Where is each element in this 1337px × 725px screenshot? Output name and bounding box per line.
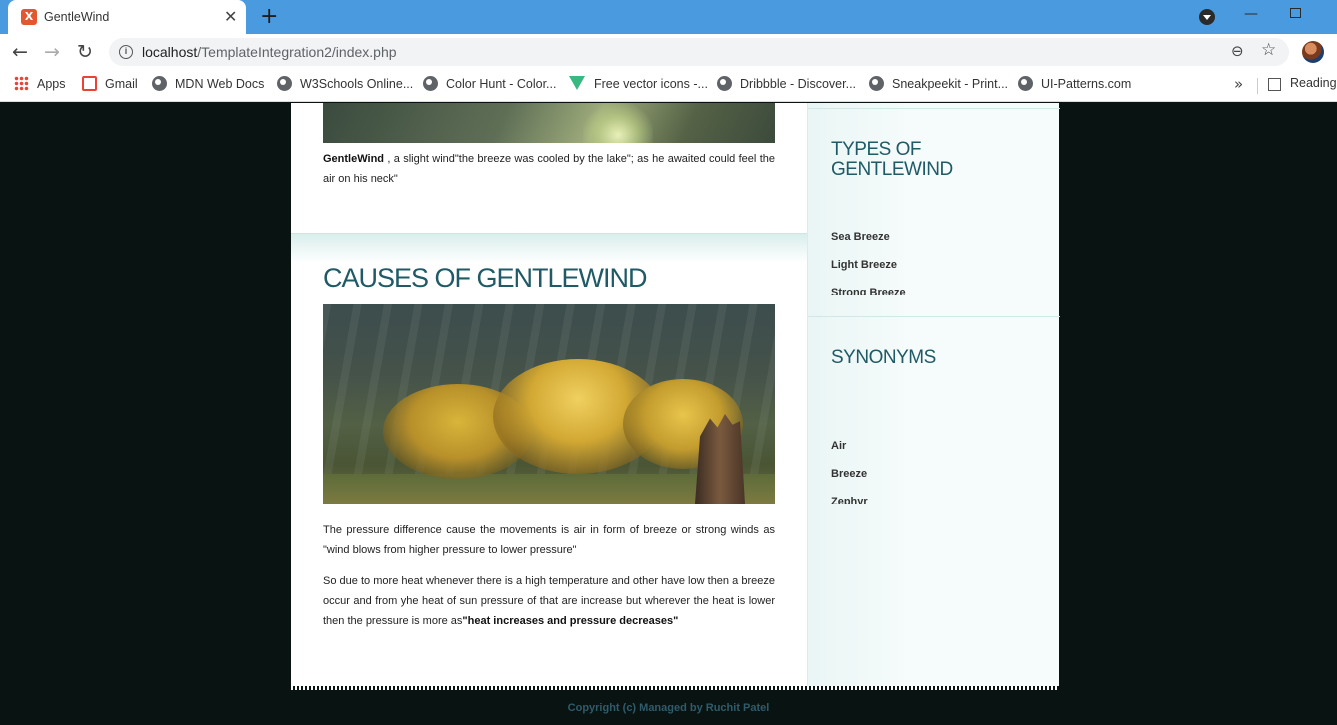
globe-icon (1018, 76, 1033, 91)
reading-list-button[interactable]: Reading (1290, 76, 1337, 90)
tab-title: GentleWind (44, 10, 110, 24)
types-list: Sea Breeze Light Breeze Strong Breeze (808, 223, 1060, 295)
synonyms-heading: SYNONYMS (831, 347, 936, 368)
types-link-sea-breeze[interactable]: Sea Breeze (831, 231, 890, 243)
address-bar[interactable]: i localhost/TemplateIntegration2/index.p… (109, 38, 1289, 66)
url-text[interactable]: localhost/TemplateIntegration2/index.php (142, 44, 397, 60)
bookmarks-bar: Apps Gmail MDN Web Docs W3Schools Online… (0, 70, 1337, 102)
main-content: GentleWind , a slight wind"the breeze wa… (291, 103, 807, 688)
bookmark-apps[interactable]: Apps (14, 76, 66, 91)
sidebar-divider (808, 108, 1060, 109)
synonym-link-air[interactable]: Air (831, 440, 846, 452)
globe-icon (277, 76, 292, 91)
causes-paragraph-1: The pressure difference cause the moveme… (323, 524, 775, 556)
zoom-icon[interactable]: ⊖ (1231, 42, 1244, 60)
reading-list-icon[interactable] (1268, 78, 1281, 91)
globe-icon (423, 76, 438, 91)
forest-image-top (323, 103, 775, 143)
types-link-strong-breeze[interactable]: Strong Breeze (831, 287, 906, 295)
globe-icon (717, 76, 732, 91)
apps-icon (14, 76, 29, 91)
page-viewport[interactable]: GentleWind , a slight wind"the breeze wa… (0, 103, 1337, 725)
bookmark-vector-icons[interactable]: Free vector icons -... (569, 76, 708, 91)
forward-arrow-icon[interactable]: → (44, 41, 60, 63)
reload-icon[interactable]: ↻ (77, 41, 93, 63)
close-tab-icon[interactable]: ✕ (224, 7, 237, 26)
browser-tab[interactable]: X GentleWind ✕ (8, 0, 246, 34)
site-info-icon[interactable]: i (119, 45, 133, 59)
bookmark-sneakpeekit[interactable]: Sneakpeekit - Print... (869, 76, 1008, 91)
footer-copyright: Copyright (c) Managed by Ruchit Patel (567, 702, 770, 714)
bookmark-divider (1257, 78, 1258, 94)
browser-titlebar: X GentleWind ✕ + — (0, 0, 1337, 34)
bookmark-colorhunt[interactable]: Color Hunt - Color... (423, 76, 556, 91)
page-container: GentleWind , a slight wind"the breeze wa… (291, 103, 1060, 690)
bookmark-mdn[interactable]: MDN Web Docs (152, 76, 264, 91)
more-bookmarks-icon[interactable]: » (1234, 75, 1243, 93)
restore-icon[interactable] (1290, 8, 1301, 18)
bookmark-star-icon[interactable]: ☆ (1261, 40, 1276, 60)
tab-search-icon[interactable] (1199, 9, 1215, 25)
causes-paragraph-2: So due to more heat whenever there is a … (323, 575, 775, 627)
section-divider (291, 233, 807, 263)
bookmark-gmail[interactable]: Gmail (82, 76, 138, 91)
profile-avatar[interactable] (1302, 41, 1324, 63)
synonym-link-zephyr[interactable]: Zephyr (831, 496, 868, 504)
globe-icon (869, 76, 884, 91)
minimize-icon[interactable]: — (1244, 6, 1258, 22)
browser-toolbar: ← → ↻ i localhost/TemplateIntegration2/i… (0, 34, 1337, 70)
page-bottom-edge (291, 686, 1059, 690)
causes-heading: CAUSES OF GENTLEWIND (323, 263, 648, 293)
back-arrow-icon[interactable]: ← (12, 41, 28, 63)
synonyms-list: Air Breeze Zephyr (808, 432, 1060, 504)
sidebar-divider (808, 316, 1060, 317)
globe-icon (152, 76, 167, 91)
sidebar: TYPES OF GENTLEWIND Sea Breeze Light Bre… (807, 103, 1060, 688)
intro-paragraph: GentleWind , a slight wind"the breeze wa… (323, 153, 775, 185)
bookmark-dribbble[interactable]: Dribbble - Discover... (717, 76, 856, 91)
synonym-link-breeze[interactable]: Breeze (831, 468, 867, 480)
gmail-icon (82, 76, 97, 91)
new-tab-icon[interactable]: + (260, 4, 278, 29)
vector-icon (569, 76, 585, 90)
bookmark-w3schools[interactable]: W3Schools Online... (277, 76, 413, 91)
types-heading: TYPES OF GENTLEWIND (831, 139, 953, 180)
bookmark-ui-patterns[interactable]: UI-Patterns.com (1018, 76, 1131, 91)
types-link-light-breeze[interactable]: Light Breeze (831, 259, 897, 271)
golden-bushes-image (323, 304, 775, 504)
xampp-favicon-icon: X (21, 9, 37, 25)
